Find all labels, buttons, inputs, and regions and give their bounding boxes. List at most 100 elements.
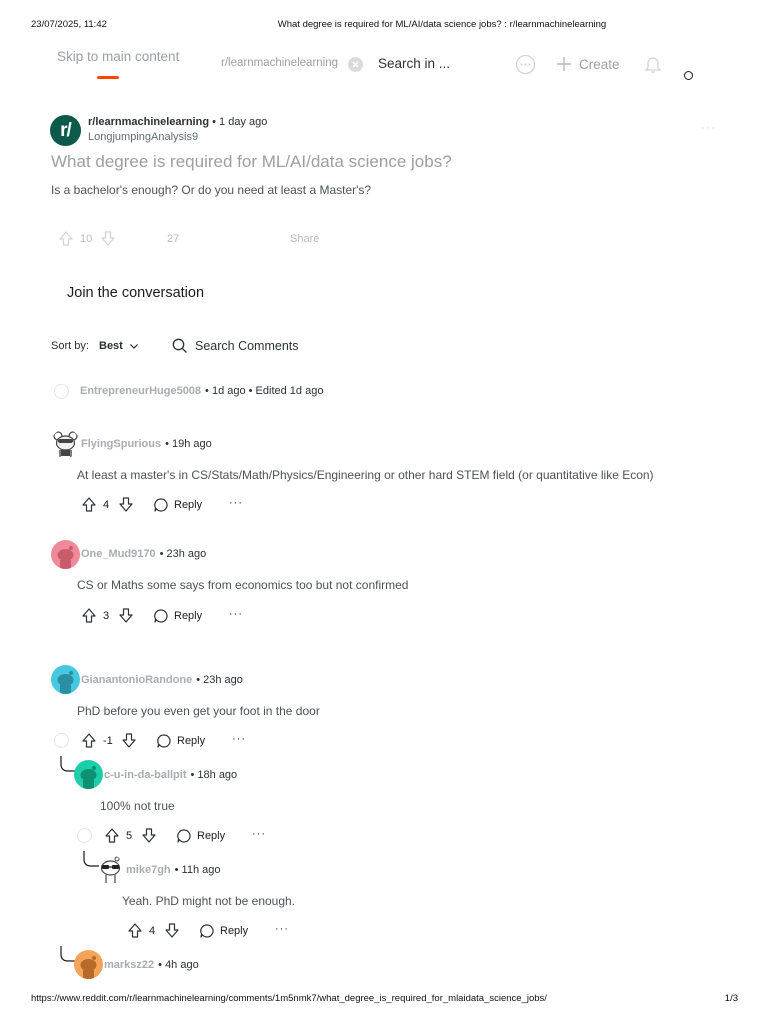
upvote-icon[interactable] xyxy=(81,607,97,627)
top-navigation: Skip to main content r/learnmachinelearn… xyxy=(0,40,768,90)
comment-author[interactable]: EntrepreneurHuge5008 xyxy=(80,385,201,397)
avatar[interactable] xyxy=(96,855,125,884)
comment-score: 3 xyxy=(103,610,110,622)
upvote-icon[interactable] xyxy=(58,230,74,250)
print-header: 23/07/2025, 11:42 What degree is require… xyxy=(0,19,768,33)
comment-score: -1 xyxy=(103,735,113,747)
more-options-icon[interactable]: ··· xyxy=(232,733,246,745)
reply-icon xyxy=(200,924,214,938)
comment-header: GianantonioRandone • 23h ago xyxy=(81,674,243,686)
subreddit-avatar[interactable]: r/ xyxy=(50,115,81,146)
search-subreddit-chip[interactable]: r/learnmachinelearning xyxy=(221,57,338,69)
reply-button[interactable]: Reply xyxy=(176,827,225,845)
chat-icon[interactable] xyxy=(515,54,536,80)
collapse-thread-icon[interactable] xyxy=(77,828,92,843)
comment-author[interactable]: GianantonioRandone xyxy=(81,674,192,686)
reply-icon xyxy=(177,829,191,843)
create-label: Create xyxy=(579,56,620,72)
avatar[interactable] xyxy=(51,665,80,694)
more-options-icon[interactable]: ··· xyxy=(229,608,243,620)
search-icon xyxy=(172,338,187,353)
plus-icon xyxy=(557,57,571,71)
subreddit-link[interactable]: r/learnmachinelearning xyxy=(88,116,209,128)
reply-label: Reply xyxy=(220,925,249,937)
upvote-icon[interactable] xyxy=(127,922,143,942)
status-indicator xyxy=(684,71,693,80)
expand-comment-icon[interactable] xyxy=(54,384,69,399)
reply-button[interactable]: Reply xyxy=(153,607,202,625)
reply-label: Reply xyxy=(197,830,226,842)
join-conversation-input[interactable]: Join the conversation xyxy=(67,285,204,301)
bell-icon[interactable] xyxy=(643,54,663,80)
downvote-icon[interactable] xyxy=(164,922,180,942)
comment-author[interactable]: mike7gh xyxy=(126,864,171,876)
avatar[interactable] xyxy=(51,429,80,458)
search-comments-button[interactable]: Search Comments xyxy=(172,337,299,355)
reply-button[interactable]: Reply xyxy=(156,732,205,750)
print-url: https://www.reddit.com/r/learnmachinelea… xyxy=(31,993,547,1004)
downvote-icon[interactable] xyxy=(118,607,134,627)
downvote-icon[interactable] xyxy=(121,732,137,752)
avatar[interactable] xyxy=(51,540,80,569)
sort-label: Sort by: xyxy=(51,340,89,352)
focus-underline xyxy=(97,76,119,79)
print-footer: https://www.reddit.com/r/learnmachinelea… xyxy=(0,993,768,1007)
avatar[interactable] xyxy=(74,950,103,979)
sort-dropdown[interactable]: Best xyxy=(99,340,123,352)
comment-meta: • 23h ago xyxy=(196,674,243,686)
collapse-thread-icon[interactable] xyxy=(54,733,69,748)
downvote-icon[interactable] xyxy=(100,230,116,250)
comment-meta: • 23h ago xyxy=(159,548,207,560)
post-author[interactable]: LongjumpingAnalysis9 xyxy=(88,131,198,143)
comment-body: CS or Maths some says from economics too… xyxy=(77,578,409,592)
post-title: What degree is required for ML/AI/data s… xyxy=(51,152,452,171)
post-score: 10 xyxy=(80,233,93,245)
comment-meta: • 1d ago • Edited 1d ago xyxy=(205,385,324,397)
comment-meta: • 4h ago xyxy=(158,959,199,971)
comment-meta: • 19h ago xyxy=(165,438,212,450)
reply-icon xyxy=(154,498,168,512)
search-comments-label: Search Comments xyxy=(195,339,299,353)
post-bullet: • xyxy=(212,116,220,128)
comment-score: 4 xyxy=(149,925,156,937)
upvote-icon[interactable] xyxy=(81,732,97,752)
comment-body: 100% not true xyxy=(100,799,175,813)
comment-body: PhD before you even get your foot in the… xyxy=(77,704,320,718)
downvote-icon[interactable] xyxy=(118,496,134,516)
more-options-icon[interactable]: ··· xyxy=(252,828,266,840)
comment-meta: • 18h ago xyxy=(190,769,238,781)
post-comments-button[interactable]: 27 xyxy=(167,233,179,245)
chip-close-icon[interactable] xyxy=(348,57,363,72)
reply-button[interactable]: Reply xyxy=(199,922,248,940)
create-button[interactable]: Create xyxy=(555,53,620,75)
comment-author[interactable]: marksz22 xyxy=(104,959,154,971)
reply-label: Reply xyxy=(174,610,203,622)
post-body: Is a bachelor's enough? Or do you need a… xyxy=(51,183,372,197)
upvote-icon[interactable] xyxy=(104,827,120,847)
comment-body: At least a master's in CS/Stats/Math/Phy… xyxy=(77,468,654,482)
skip-to-main-link[interactable]: Skip to main content xyxy=(57,49,179,64)
comment-author[interactable]: c-u-in-da-ballpit xyxy=(104,769,187,781)
comment-author[interactable]: One_Mud9170 xyxy=(81,548,156,560)
comment-header: mike7gh • 11h ago xyxy=(126,864,221,876)
reply-button[interactable]: Reply xyxy=(153,496,202,514)
share-button[interactable]: Share xyxy=(290,233,319,245)
search-input[interactable]: Search in ... xyxy=(378,56,450,71)
comment-score: 5 xyxy=(126,830,133,842)
more-options-icon[interactable]: ··· xyxy=(275,923,289,935)
upvote-icon[interactable] xyxy=(81,496,97,516)
downvote-icon[interactable] xyxy=(141,827,157,847)
reply-icon xyxy=(157,734,171,748)
post-time: 1 day ago xyxy=(219,116,268,128)
more-options-icon[interactable]: ··· xyxy=(229,497,243,509)
chevron-down-icon[interactable] xyxy=(129,341,139,354)
print-page-title: What degree is required for ML/AI/data s… xyxy=(277,19,607,30)
comment-score: 4 xyxy=(103,499,110,511)
post-more-icon[interactable]: ··· xyxy=(701,120,716,134)
comment-author[interactable]: FlyingSpurious xyxy=(81,438,161,450)
post-meta-line: r/learnmachinelearning • 1 day ago xyxy=(88,116,267,128)
avatar[interactable] xyxy=(74,760,103,789)
print-page-number: 1/3 xyxy=(724,993,738,1004)
comment-header: One_Mud9170 • 23h ago xyxy=(81,548,206,560)
comment-meta: • 11h ago xyxy=(174,864,221,876)
